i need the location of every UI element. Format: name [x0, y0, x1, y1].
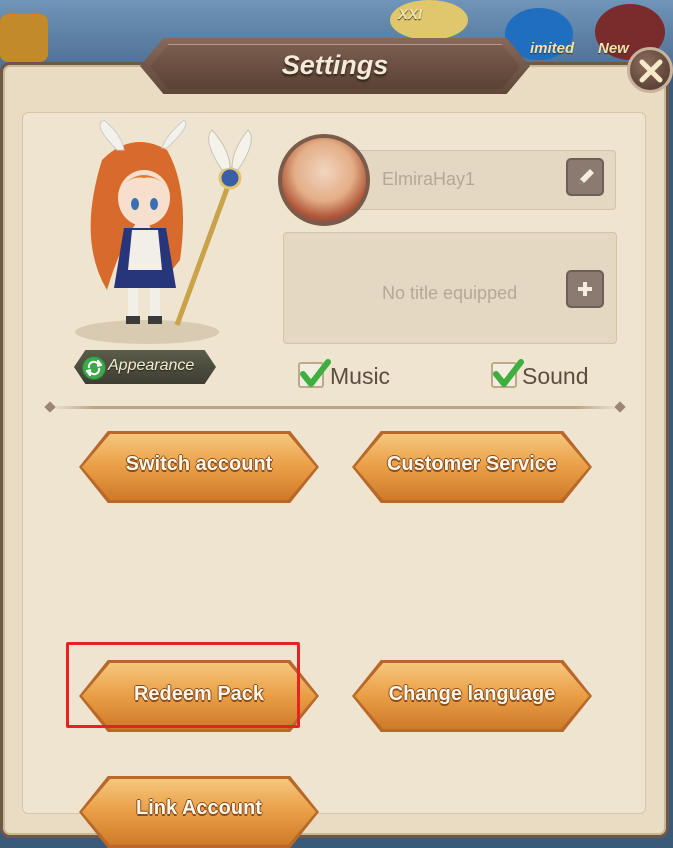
checkmark-icon — [493, 359, 524, 387]
checkmark-icon — [300, 359, 331, 387]
close-button[interactable] — [627, 47, 673, 93]
player-name: ElmiraHay1 — [382, 169, 476, 189]
player-title-placeholder: No title equipped — [382, 283, 518, 303]
limited-offer-label: imited — [530, 40, 575, 57]
add-title-button[interactable] — [566, 270, 604, 308]
change-language-label: Change language — [388, 683, 556, 705]
close-icon — [639, 59, 663, 83]
sound-checkbox[interactable] — [491, 359, 524, 388]
character-avatar[interactable] — [62, 120, 252, 345]
sound-label: Sound — [522, 363, 589, 389]
page-title: Settings — [281, 50, 389, 80]
avatar[interactable] — [278, 134, 370, 226]
divider — [50, 406, 620, 409]
edit-name-button[interactable] — [566, 158, 604, 196]
music-label: Music — [330, 363, 391, 389]
treasure-chest-icon — [0, 14, 48, 62]
customer-service-label: Customer Service — [386, 453, 558, 475]
switch-account-label: Switch account — [125, 453, 273, 475]
refresh-icon — [82, 356, 106, 380]
highlight-box — [66, 642, 300, 728]
music-checkbox[interactable] — [298, 359, 331, 388]
pencil-icon — [579, 169, 594, 184]
appearance-label: Appearance — [108, 357, 195, 374]
plus-icon — [578, 282, 592, 296]
event-badge-text: XXI — [398, 6, 423, 23]
new-offer-label: New — [598, 40, 629, 57]
